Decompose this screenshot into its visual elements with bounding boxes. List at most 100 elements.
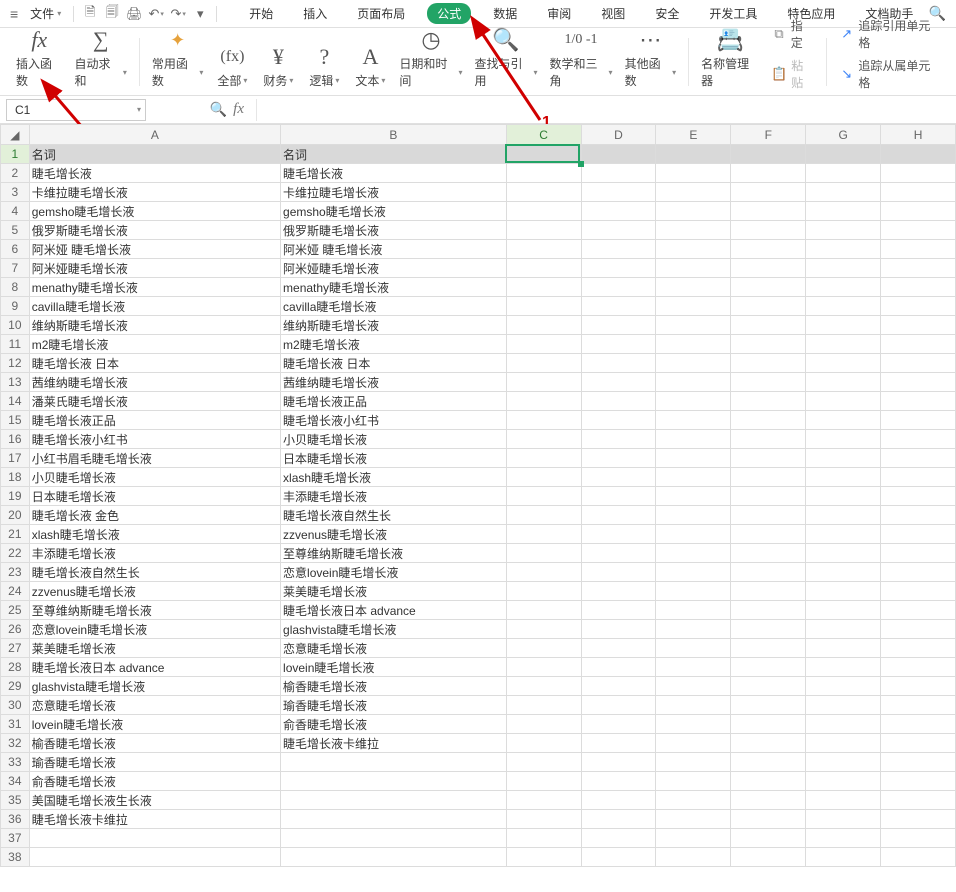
- row-header[interactable]: 36: [1, 810, 30, 829]
- cell[interactable]: [656, 734, 731, 753]
- cell[interactable]: 日本睫毛增长液: [281, 449, 507, 468]
- cell[interactable]: 美国睫毛增长液生长液: [29, 791, 280, 810]
- cell[interactable]: [656, 449, 731, 468]
- cell[interactable]: [881, 601, 956, 620]
- cell[interactable]: [506, 544, 581, 563]
- magnifier-icon[interactable]: 🔍: [210, 101, 227, 118]
- cell[interactable]: [806, 658, 881, 677]
- row-header[interactable]: 22: [1, 544, 30, 563]
- cell[interactable]: [731, 677, 806, 696]
- cell[interactable]: [731, 183, 806, 202]
- row-header[interactable]: 21: [1, 525, 30, 544]
- formula-input[interactable]: [256, 99, 950, 121]
- cell[interactable]: menathy睫毛增长液: [281, 278, 507, 297]
- cell[interactable]: [281, 772, 507, 791]
- cell[interactable]: [806, 259, 881, 278]
- column-header-C[interactable]: C: [506, 125, 581, 145]
- cell[interactable]: [806, 772, 881, 791]
- cell[interactable]: [581, 202, 656, 221]
- table-row[interactable]: 21xlash睫毛增长液zzvenus睫毛增长液: [1, 525, 956, 544]
- cell[interactable]: m2睫毛增长液: [29, 335, 280, 354]
- cell[interactable]: [806, 297, 881, 316]
- cell[interactable]: [656, 810, 731, 829]
- cell[interactable]: 睫毛增长液 日本: [29, 354, 280, 373]
- table-row[interactable]: 19日本睫毛增长液丰添睫毛增长液: [1, 487, 956, 506]
- cell[interactable]: [581, 525, 656, 544]
- cell[interactable]: [656, 639, 731, 658]
- cell[interactable]: [506, 639, 581, 658]
- cell[interactable]: [506, 259, 581, 278]
- cell[interactable]: [656, 601, 731, 620]
- cell[interactable]: m2睫毛增长液: [281, 335, 507, 354]
- cell[interactable]: [806, 544, 881, 563]
- cell[interactable]: [506, 810, 581, 829]
- cell[interactable]: gemsho睫毛增长液: [281, 202, 507, 221]
- cell[interactable]: 小贝睫毛增长液: [281, 430, 507, 449]
- cell[interactable]: [731, 373, 806, 392]
- row-header[interactable]: 24: [1, 582, 30, 601]
- cell[interactable]: [506, 791, 581, 810]
- cell[interactable]: [731, 487, 806, 506]
- cell[interactable]: [806, 525, 881, 544]
- table-row[interactable]: 32榆香睫毛增长液睫毛增长液卡维拉: [1, 734, 956, 753]
- row-header[interactable]: 6: [1, 240, 30, 259]
- row-header[interactable]: 23: [1, 563, 30, 582]
- all-functions-button[interactable]: (fx) 全部▾: [209, 38, 255, 95]
- trace-dependents-button[interactable]: ↘ 追踪从属单元格: [839, 57, 940, 91]
- table-row[interactable]: 7阿米娅睫毛增长液阿米娅睫毛增长液: [1, 259, 956, 278]
- cell[interactable]: 维纳斯睫毛增长液: [281, 316, 507, 335]
- cell[interactable]: [656, 506, 731, 525]
- cell[interactable]: 睫毛增长液日本 advance: [281, 601, 507, 620]
- cell[interactable]: [581, 772, 656, 791]
- text-functions-button[interactable]: A 文本▾: [347, 38, 393, 95]
- cell[interactable]: [581, 316, 656, 335]
- row-header[interactable]: 16: [1, 430, 30, 449]
- cell[interactable]: 俄罗斯睫毛增长液: [29, 221, 280, 240]
- cell[interactable]: [656, 772, 731, 791]
- cell[interactable]: [806, 601, 881, 620]
- select-all-corner[interactable]: ◢: [1, 125, 30, 145]
- cell[interactable]: zzvenus睫毛增长液: [29, 582, 280, 601]
- cell[interactable]: [881, 278, 956, 297]
- cell[interactable]: [881, 734, 956, 753]
- table-row[interactable]: 23睫毛增长液自然生长恋意lovein睫毛增长液: [1, 563, 956, 582]
- row-header[interactable]: 32: [1, 734, 30, 753]
- cell[interactable]: [506, 335, 581, 354]
- cell[interactable]: 睫毛增长液小红书: [29, 430, 280, 449]
- cell[interactable]: [581, 449, 656, 468]
- cell[interactable]: 至尊维纳斯睫毛增长液: [29, 601, 280, 620]
- cell[interactable]: 茜维纳睫毛增长液: [281, 373, 507, 392]
- cell[interactable]: [881, 411, 956, 430]
- row-header[interactable]: 37: [1, 829, 30, 848]
- cell[interactable]: xlash睫毛增长液: [29, 525, 280, 544]
- cell[interactable]: [881, 791, 956, 810]
- cell[interactable]: [881, 715, 956, 734]
- cell[interactable]: [581, 335, 656, 354]
- cell[interactable]: 丰添睫毛增长液: [281, 487, 507, 506]
- column-header-A[interactable]: A: [29, 125, 280, 145]
- table-row[interactable]: 11m2睫毛增长液m2睫毛增长液: [1, 335, 956, 354]
- table-row[interactable]: 26恋意lovein睫毛增长液glashvista睫毛增长液: [1, 620, 956, 639]
- cell[interactable]: [731, 411, 806, 430]
- cell[interactable]: [656, 696, 731, 715]
- cell[interactable]: [806, 810, 881, 829]
- cell[interactable]: [731, 772, 806, 791]
- cell[interactable]: [731, 335, 806, 354]
- table-row[interactable]: 35美国睫毛增长液生长液: [1, 791, 956, 810]
- cell[interactable]: [506, 411, 581, 430]
- tab-插入[interactable]: 插入: [295, 2, 335, 25]
- cell[interactable]: [656, 848, 731, 867]
- cell[interactable]: [656, 430, 731, 449]
- table-row[interactable]: 17小红书眉毛睫毛增长液日本睫毛增长液: [1, 449, 956, 468]
- cell[interactable]: 恋意lovein睫毛增长液: [281, 563, 507, 582]
- cell[interactable]: [731, 620, 806, 639]
- cell[interactable]: [581, 411, 656, 430]
- trace-precedents-button[interactable]: ↗ 追踪引用单元格: [839, 17, 940, 51]
- cell[interactable]: [506, 582, 581, 601]
- table-row[interactable]: 36睫毛增长液卡维拉: [1, 810, 956, 829]
- cell[interactable]: 榆香睫毛增长液: [281, 677, 507, 696]
- cell[interactable]: [506, 316, 581, 335]
- cell[interactable]: [806, 620, 881, 639]
- specify-button[interactable]: ⧉ 指定: [771, 17, 814, 51]
- cell[interactable]: xlash睫毛增长液: [281, 468, 507, 487]
